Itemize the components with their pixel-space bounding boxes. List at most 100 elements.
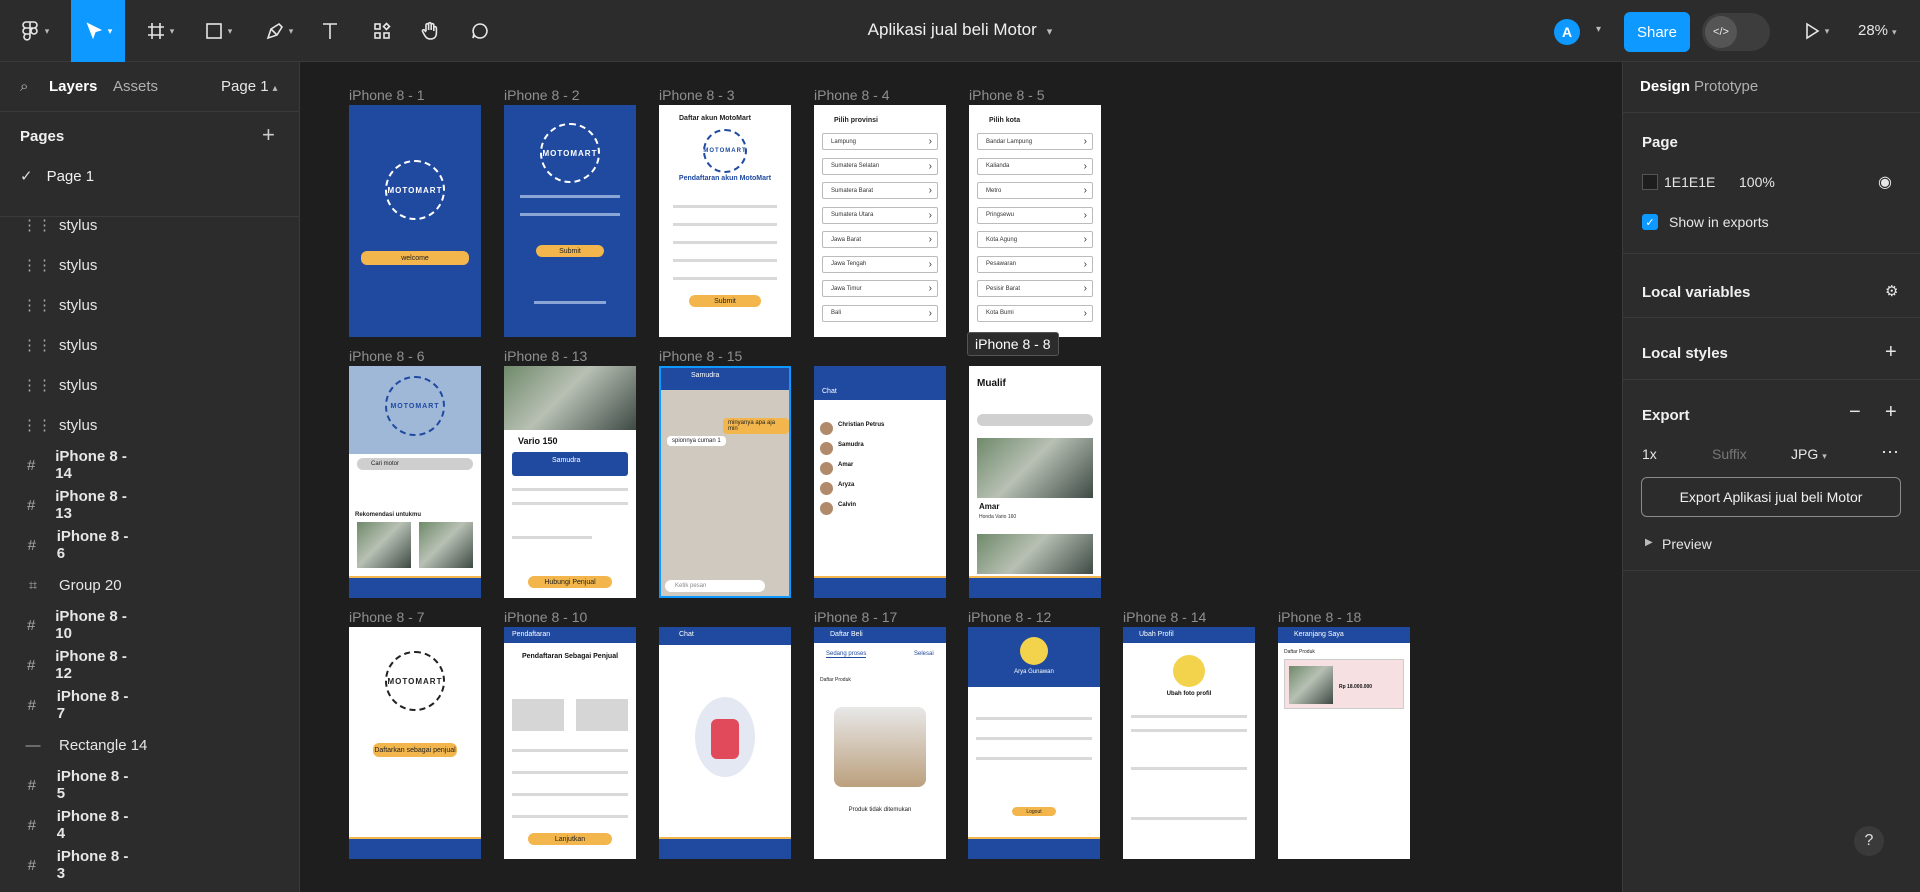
remove-export-button[interactable]: −: [1849, 401, 1861, 424]
layer-item[interactable]: # iPhone 8 - 10: [0, 605, 132, 645]
page-selector[interactable]: Page 1 ▴: [221, 78, 278, 95]
chat-contact-name[interactable]: Christian Petrus: [838, 422, 884, 428]
hand-tool-button[interactable]: [416, 12, 444, 50]
add-page-button[interactable]: +: [262, 122, 275, 148]
layer-item[interactable]: # iPhone 8 - 6: [0, 525, 132, 565]
frame-label[interactable]: iPhone 8 - 3: [659, 87, 735, 103]
layer-item[interactable]: ⌗ Group 20: [0, 565, 300, 605]
caret-right-icon[interactable]: ▶: [1645, 537, 1653, 548]
layer-item[interactable]: ⋮⋮ stylus: [0, 217, 300, 245]
list-item[interactable]: Sumatera Utara: [822, 206, 938, 224]
frame-label[interactable]: iPhone 8 - 18: [1278, 609, 1361, 625]
text-tool-button[interactable]: [316, 12, 344, 50]
frame-label-selected[interactable]: iPhone 8 - 8: [967, 332, 1059, 356]
tab-done[interactable]: Selesai: [914, 651, 934, 657]
frame-label[interactable]: iPhone 8 - 12: [968, 609, 1051, 625]
list-item[interactable]: Lampung: [822, 133, 938, 150]
list-item[interactable]: Kota Bumi: [977, 304, 1093, 322]
pen-tool-button[interactable]: ▾: [258, 12, 300, 50]
add-style-button[interactable]: +: [1885, 341, 1897, 364]
tab-layers[interactable]: Layers: [49, 78, 97, 95]
frame-label[interactable]: iPhone 8 - 5: [969, 87, 1045, 103]
tab-prototype[interactable]: Prototype: [1694, 78, 1758, 95]
export-format-select[interactable]: JPG ▾: [1791, 446, 1827, 462]
list-item[interactable]: Jawa Tengah: [822, 255, 938, 273]
frame-label[interactable]: iPhone 8 - 2: [504, 87, 580, 103]
list-item[interactable]: Kalianda: [977, 157, 1093, 175]
tab-design[interactable]: Design: [1640, 78, 1690, 95]
phone-frame[interactable]: Daftar akun MotoMart MOTOMART Pendaftara…: [659, 105, 791, 337]
layer-item[interactable]: # iPhone 8 - 7: [0, 685, 132, 725]
list-item[interactable]: Bali: [822, 304, 938, 322]
list-item[interactable]: Jawa Timur: [822, 280, 938, 297]
export-scale[interactable]: 1x: [1642, 446, 1657, 462]
seller-card[interactable]: Samudra: [512, 452, 628, 476]
chat-contact-name[interactable]: Calvin: [838, 502, 856, 508]
layer-item[interactable]: # iPhone 8 - 3: [0, 845, 132, 885]
submit-button[interactable]: Submit: [536, 245, 604, 257]
layer-item[interactable]: ⋮⋮ stylus: [0, 285, 300, 325]
phone-frame[interactable]: Samudra minyanya apa aja min spionnya cu…: [659, 366, 791, 598]
chevron-down-icon[interactable]: ▾: [1596, 24, 1601, 35]
chevron-down-icon[interactable]: ▾: [1047, 26, 1053, 38]
phone-frame[interactable]: Keranjang Saya Daftar Produk Rp 18.000.0…: [1278, 627, 1410, 859]
list-item[interactable]: Bandar Lampung: [977, 133, 1093, 150]
change-photo-link[interactable]: Ubah foto profil: [1123, 691, 1255, 697]
frame-label[interactable]: iPhone 8 - 13: [504, 348, 587, 364]
add-export-button[interactable]: +: [1885, 401, 1897, 424]
layer-item[interactable]: # iPhone 8 - 5: [0, 765, 132, 805]
document-title[interactable]: Aplikasi jual beli Motor: [868, 20, 1037, 39]
list-item[interactable]: Metro: [977, 182, 1093, 199]
phone-frame[interactable]: Pilih provinsi Lampung Sumatera Selatan Su…: [814, 105, 946, 337]
sliders-icon[interactable]: ⚙: [1885, 282, 1898, 300]
list-item[interactable]: Pesisir Barat: [977, 280, 1093, 297]
search-input[interactable]: Cari motor: [357, 458, 473, 470]
eye-icon[interactable]: ◉: [1878, 172, 1892, 192]
page-color-swatch[interactable]: [1642, 174, 1658, 190]
register-seller-button[interactable]: Daftarkan sebagai penjual: [373, 743, 457, 757]
list-item[interactable]: Pringsewu: [977, 206, 1093, 224]
dev-mode-toggle[interactable]: </>: [1702, 13, 1770, 51]
zoom-menu[interactable]: 28% ▾: [1858, 22, 1897, 39]
main-menu-button[interactable]: ▾: [16, 12, 52, 50]
phone-frame[interactable]: Pendaftaran Pendaftaran Sebagai Penjual …: [504, 627, 636, 859]
canvas[interactable]: iPhone 8 - 1 iPhone 8 - 2 iPhone 8 - 3 i…: [301, 62, 1621, 892]
frame-label[interactable]: iPhone 8 - 15: [659, 348, 742, 364]
phone-frame[interactable]: Vario 150 Samudra Hubungi Penjual: [504, 366, 636, 598]
share-button[interactable]: Share: [1624, 12, 1690, 52]
contact-seller-button[interactable]: Hubungi Penjual: [528, 576, 612, 588]
resources-tool-button[interactable]: [368, 12, 396, 50]
layer-item[interactable]: ⋮⋮ stylus: [0, 325, 300, 365]
logout-button[interactable]: Logout: [1012, 807, 1056, 816]
phone-frame[interactable]: Chat Christian Petrus Samudra Amar Aryza Cal…: [814, 366, 946, 598]
layer-item[interactable]: # iPhone 8 - 4: [0, 805, 132, 845]
chat-contact-name[interactable]: Amar: [838, 462, 853, 468]
list-item[interactable]: Pesawaran: [977, 255, 1093, 273]
phone-frame[interactable]: MOTOMART Submit: [504, 105, 636, 337]
shape-tool-button[interactable]: ▾: [198, 12, 238, 50]
phone-frame[interactable]: MOTOMART Cari motor Rekomendasi untukmu: [349, 366, 481, 598]
comment-tool-button[interactable]: [466, 12, 494, 50]
list-item[interactable]: Sumatera Selatan: [822, 157, 938, 175]
move-tool-button[interactable]: ▾: [71, 0, 125, 62]
chat-contact-name[interactable]: Aryza: [838, 482, 854, 488]
phone-frame[interactable]: MOTOMART welcome: [349, 105, 481, 337]
present-button[interactable]: ▾: [1796, 12, 1836, 50]
show-in-exports-checkbox[interactable]: ✓: [1642, 214, 1658, 230]
more-options-icon[interactable]: ⋯: [1881, 442, 1899, 463]
frame-label[interactable]: iPhone 8 - 14: [1123, 609, 1206, 625]
frame-label[interactable]: iPhone 8 - 4: [814, 87, 890, 103]
local-variables-heading[interactable]: Local variables: [1642, 284, 1750, 301]
export-suffix-input[interactable]: Suffix: [1712, 446, 1747, 462]
phone-frame[interactable]: Daftar Beli Sedang proses Selesai Daftar…: [814, 627, 946, 859]
export-button[interactable]: Export Aplikasi jual beli Motor: [1641, 477, 1901, 517]
frame-label[interactable]: iPhone 8 - 6: [349, 348, 425, 364]
page-color-value[interactable]: 1E1E1E: [1664, 174, 1715, 190]
phone-frame[interactable]: Arya Gunawan Logout: [968, 627, 1100, 859]
layer-item[interactable]: # iPhone 8 - 13: [0, 485, 132, 525]
continue-button[interactable]: Lanjutkan: [528, 833, 612, 845]
frame-label[interactable]: iPhone 8 - 1: [349, 87, 425, 103]
phone-frame[interactable]: Ubah Profil Ubah foto profil: [1123, 627, 1255, 859]
frame-label[interactable]: iPhone 8 - 10: [504, 609, 587, 625]
frame-label[interactable]: iPhone 8 - 17: [814, 609, 897, 625]
